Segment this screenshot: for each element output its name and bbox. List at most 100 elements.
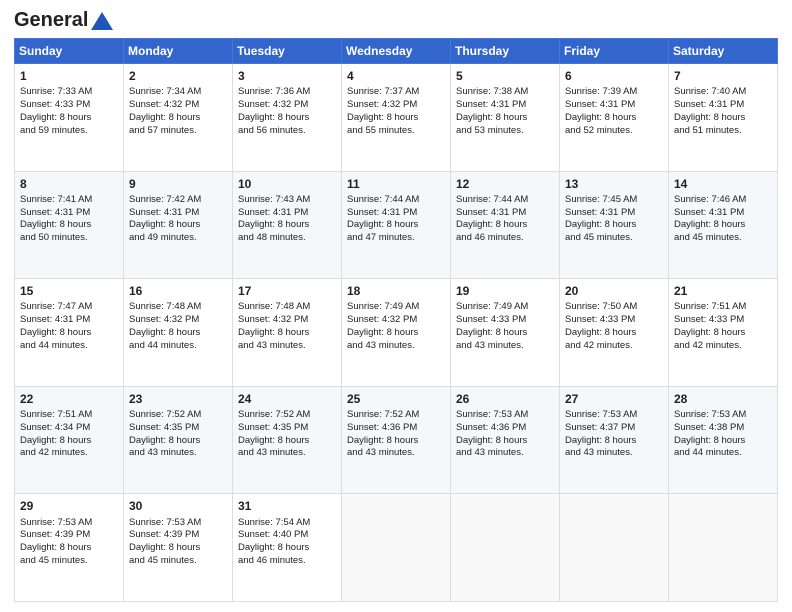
cell-line: Sunset: 4:40 PM: [238, 529, 336, 542]
cell-line: and 44 minutes.: [674, 447, 772, 460]
cell-line: Sunrise: 7:54 AM: [238, 517, 336, 530]
week-row-5: 29Sunrise: 7:53 AMSunset: 4:39 PMDayligh…: [15, 494, 778, 602]
week-row-4: 22Sunrise: 7:51 AMSunset: 4:34 PMDayligh…: [15, 386, 778, 494]
cell-line: Sunrise: 7:49 AM: [347, 301, 445, 314]
cell-line: Sunset: 4:36 PM: [347, 422, 445, 435]
cell-line: Sunset: 4:36 PM: [456, 422, 554, 435]
calendar-cell: 16Sunrise: 7:48 AMSunset: 4:32 PMDayligh…: [124, 279, 233, 387]
cell-line: Daylight: 8 hours: [20, 219, 118, 232]
calendar-cell: 22Sunrise: 7:51 AMSunset: 4:34 PMDayligh…: [15, 386, 124, 494]
cell-line: Daylight: 8 hours: [565, 112, 663, 125]
day-number: 3: [238, 68, 336, 84]
cell-line: and 53 minutes.: [456, 125, 554, 138]
cell-line: Daylight: 8 hours: [565, 435, 663, 448]
cell-line: Daylight: 8 hours: [347, 327, 445, 340]
day-number: 24: [238, 391, 336, 407]
cell-line: Sunset: 4:33 PM: [456, 314, 554, 327]
calendar-cell: 29Sunrise: 7:53 AMSunset: 4:39 PMDayligh…: [15, 494, 124, 602]
cell-line: and 44 minutes.: [129, 340, 227, 353]
page-container: General SundayMondayTuesdayWednesdayThur…: [0, 0, 792, 612]
day-number: 18: [347, 283, 445, 299]
cell-line: Sunset: 4:32 PM: [129, 314, 227, 327]
calendar-cell: 25Sunrise: 7:52 AMSunset: 4:36 PMDayligh…: [342, 386, 451, 494]
cell-line: Sunrise: 7:36 AM: [238, 86, 336, 99]
cell-line: and 57 minutes.: [129, 125, 227, 138]
cell-line: Sunset: 4:39 PM: [20, 529, 118, 542]
cell-line: Sunset: 4:31 PM: [20, 314, 118, 327]
day-number: 14: [674, 176, 772, 192]
cell-line: and 45 minutes.: [674, 232, 772, 245]
cell-line: and 48 minutes.: [238, 232, 336, 245]
cell-line: Sunset: 4:32 PM: [129, 99, 227, 112]
cell-line: and 45 minutes.: [129, 555, 227, 568]
calendar-cell: 28Sunrise: 7:53 AMSunset: 4:38 PMDayligh…: [669, 386, 778, 494]
cell-line: Sunrise: 7:52 AM: [129, 409, 227, 422]
weekday-saturday: Saturday: [669, 39, 778, 64]
logo: General: [14, 10, 113, 30]
day-number: 26: [456, 391, 554, 407]
day-number: 4: [347, 68, 445, 84]
cell-line: and 59 minutes.: [20, 125, 118, 138]
cell-line: Sunrise: 7:53 AM: [129, 517, 227, 530]
cell-line: Daylight: 8 hours: [129, 327, 227, 340]
calendar-cell: 18 Sunrise: 7:49 AMSunset: 4:32 PMDayligh…: [342, 279, 451, 387]
cell-line: and 43 minutes.: [129, 447, 227, 460]
calendar-cell: 31Sunrise: 7:54 AMSunset: 4:40 PMDayligh…: [233, 494, 342, 602]
calendar-cell: 11Sunrise: 7:44 AMSunset: 4:31 PMDayligh…: [342, 171, 451, 279]
cell-line: Sunrise: 7:40 AM: [674, 86, 772, 99]
cell-line: and 42 minutes.: [20, 447, 118, 460]
cell-line: Sunrise: 7:38 AM: [456, 86, 554, 99]
cell-line: Sunrise: 7:53 AM: [456, 409, 554, 422]
cell-line: Sunrise: 7:37 AM: [347, 86, 445, 99]
cell-line: Daylight: 8 hours: [238, 435, 336, 448]
cell-line: Sunrise: 7:46 AM: [674, 194, 772, 207]
cell-line: Sunset: 4:32 PM: [347, 99, 445, 112]
day-number: 6: [565, 68, 663, 84]
cell-line: Sunrise: 7:52 AM: [347, 409, 445, 422]
logo-general: General: [14, 9, 88, 31]
cell-line: Daylight: 8 hours: [674, 435, 772, 448]
cell-line: Sunset: 4:31 PM: [20, 207, 118, 220]
calendar-cell: 5Sunrise: 7:38 AMSunset: 4:31 PMDaylight…: [451, 64, 560, 172]
cell-line: Sunrise: 7:34 AM: [129, 86, 227, 99]
calendar-cell: 9Sunrise: 7:42 AMSunset: 4:31 PMDaylight…: [124, 171, 233, 279]
calendar-cell: 14Sunrise: 7:46 AMSunset: 4:31 PMDayligh…: [669, 171, 778, 279]
cell-line: and 46 minutes.: [238, 555, 336, 568]
cell-line: and 51 minutes.: [674, 125, 772, 138]
cell-line: Sunset: 4:31 PM: [674, 207, 772, 220]
day-number: 8: [20, 176, 118, 192]
calendar-cell: 3Sunrise: 7:36 AMSunset: 4:32 PMDaylight…: [233, 64, 342, 172]
week-row-2: 8Sunrise: 7:41 AMSunset: 4:31 PMDaylight…: [15, 171, 778, 279]
day-number: 15: [20, 283, 118, 299]
cell-line: Sunset: 4:34 PM: [20, 422, 118, 435]
cell-line: Daylight: 8 hours: [20, 542, 118, 555]
cell-line: Sunrise: 7:41 AM: [20, 194, 118, 207]
day-number: 22: [20, 391, 118, 407]
cell-line: and 43 minutes.: [565, 447, 663, 460]
cell-line: Sunset: 4:31 PM: [565, 207, 663, 220]
day-number: 31: [238, 498, 336, 514]
cell-line: Daylight: 8 hours: [20, 327, 118, 340]
day-number: 9: [129, 176, 227, 192]
cell-line: Daylight: 8 hours: [456, 435, 554, 448]
cell-line: and 56 minutes.: [238, 125, 336, 138]
cell-line: Daylight: 8 hours: [129, 435, 227, 448]
page-header: General: [14, 10, 778, 30]
calendar-cell: 4Sunrise: 7:37 AMSunset: 4:32 PMDaylight…: [342, 64, 451, 172]
cell-line: Sunset: 4:32 PM: [238, 99, 336, 112]
day-number: 1: [20, 68, 118, 84]
logo-icon: [91, 12, 113, 30]
calendar-cell: 13Sunrise: 7:45 AMSunset: 4:31 PMDayligh…: [560, 171, 669, 279]
cell-line: and 52 minutes.: [565, 125, 663, 138]
cell-line: Daylight: 8 hours: [129, 219, 227, 232]
cell-line: Sunset: 4:31 PM: [129, 207, 227, 220]
cell-line: Sunset: 4:32 PM: [347, 314, 445, 327]
cell-line: Sunrise: 7:51 AM: [674, 301, 772, 314]
day-number: 23: [129, 391, 227, 407]
calendar-cell: 17Sunrise: 7:48 AMSunset: 4:32 PMDayligh…: [233, 279, 342, 387]
cell-line: and 47 minutes.: [347, 232, 445, 245]
cell-line: Daylight: 8 hours: [20, 435, 118, 448]
cell-line: Sunrise: 7:43 AM: [238, 194, 336, 207]
calendar-cell: 15Sunrise: 7:47 AMSunset: 4:31 PMDayligh…: [15, 279, 124, 387]
calendar-cell: 27Sunrise: 7:53 AMSunset: 4:37 PMDayligh…: [560, 386, 669, 494]
